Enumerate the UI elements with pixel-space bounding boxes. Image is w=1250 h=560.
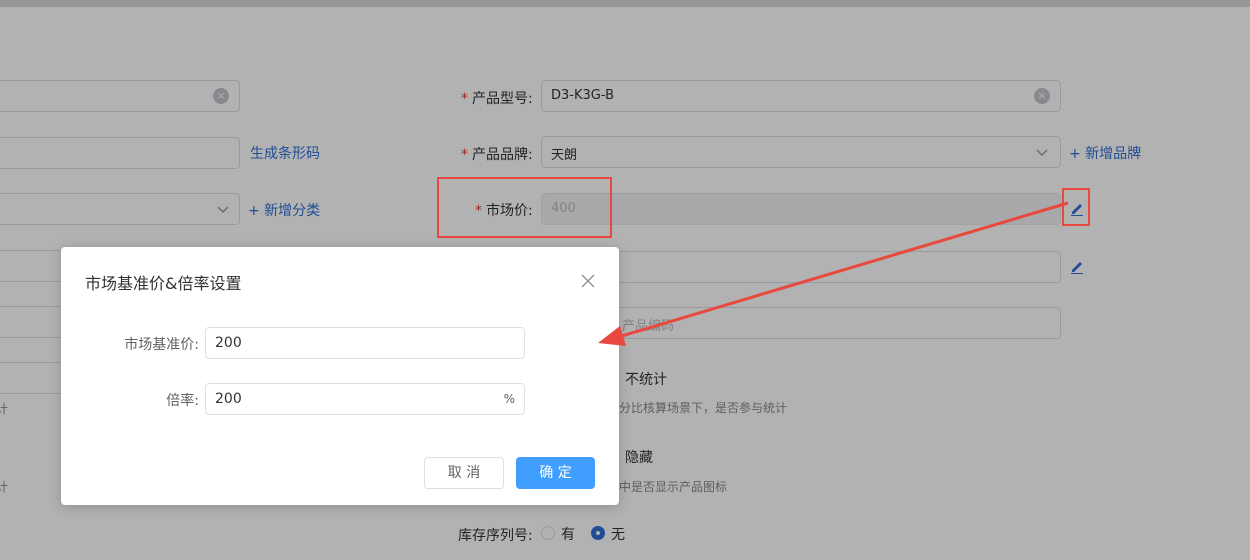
cancel-button[interactable]: 取 消 <box>424 457 504 489</box>
rate-value: 200 <box>215 391 242 407</box>
close-icon[interactable] <box>579 272 597 290</box>
rate-label: 倍率: <box>166 393 199 409</box>
percent-suffix: % <box>503 392 515 406</box>
rate-input[interactable]: 200 % <box>205 383 525 415</box>
base-price-value: 200 <box>215 335 242 351</box>
base-price-label: 市场基准价: <box>124 337 199 353</box>
confirm-button[interactable]: 确 定 <box>516 457 595 489</box>
base-price-input[interactable]: 200 <box>205 327 525 359</box>
price-rate-dialog: 市场基准价&倍率设置 市场基准价: 200 倍率: 200 % 取 消 确 定 <box>61 247 619 505</box>
market-price-highlight-box <box>437 177 612 238</box>
dialog-title: 市场基准价&倍率设置 <box>85 274 242 293</box>
edit-icon-highlight-box <box>1062 188 1090 226</box>
